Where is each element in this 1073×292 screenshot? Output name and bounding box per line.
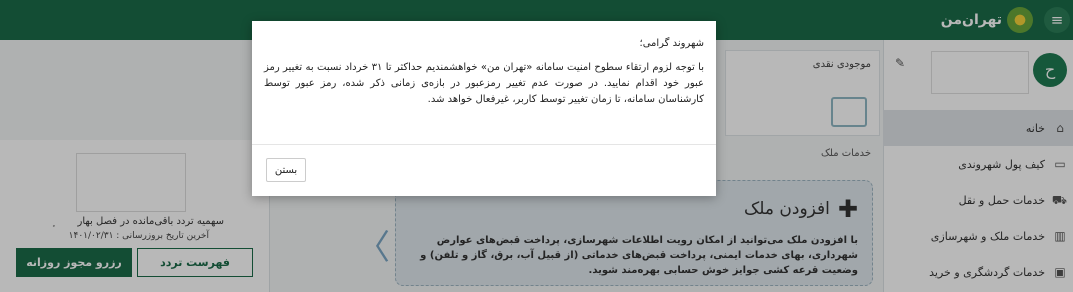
- modal-divider: [252, 144, 716, 145]
- announcement-modal: شهروند گرامی؛ با توجه لزوم ارتقاء سطوح ا…: [252, 21, 716, 196]
- close-button[interactable]: بستن: [266, 158, 306, 182]
- modal-title: شهروند گرامی؛: [639, 38, 704, 49]
- modal-body: با توجه لزوم ارتقاء سطوح امنیت سامانه «ت…: [264, 62, 705, 105]
